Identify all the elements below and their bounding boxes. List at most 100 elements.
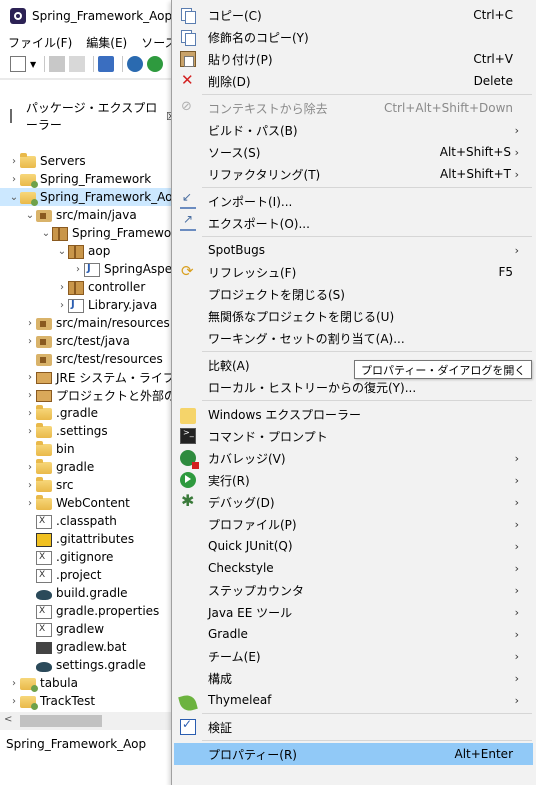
tree-item-gitattributes[interactable]: .gitattributes	[0, 530, 176, 548]
gear-icon[interactable]	[127, 56, 144, 72]
chevron-right-icon[interactable]: ›	[8, 156, 20, 167]
tree-item-gitignore[interactable]: .gitignore	[0, 548, 176, 566]
tree-item-gradlew[interactable]: gradlew	[0, 620, 176, 638]
chevron-right-icon: ›	[514, 693, 519, 707]
chevron-right-icon[interactable]: ›	[24, 408, 36, 419]
menu-item-30[interactable]: ステップカウンタ ›	[174, 579, 533, 601]
menu-item-b[interactable]: ビルド・パス(B) ›	[174, 119, 533, 141]
terminal-icon[interactable]	[98, 56, 115, 72]
menu-item-spotbugs[interactable]: SpotBugs ›	[174, 239, 533, 261]
tree-item-src-test-resources[interactable]: src/test/resources	[0, 350, 176, 368]
menu-edit[interactable]: 編集(E)	[86, 34, 127, 51]
menu-item-gradle[interactable]: Gradle ›	[174, 623, 533, 645]
chevron-right-icon[interactable]: ›	[24, 336, 36, 347]
tree-item-src-test-java[interactable]: › src/test/java	[0, 332, 176, 350]
new-icon[interactable]	[10, 56, 26, 72]
tree-item-src-main-resources[interactable]: › src/main/resources	[0, 314, 176, 332]
menu-item-s[interactable]: ソース(S) Alt+Shift+S ›	[174, 141, 533, 163]
chevron-right-icon[interactable]: ›	[24, 498, 36, 509]
chevron-right-icon[interactable]: ›	[24, 426, 36, 437]
menu-item-p[interactable]: 貼り付け(P) Ctrl+V	[174, 48, 533, 70]
tree-item-gradle-properties[interactable]: gradle.properties	[0, 602, 176, 620]
tree-item-project[interactable]: .project	[0, 566, 176, 584]
menu-item-shortcut: Ctrl+Alt+Shift+Down	[383, 101, 513, 115]
menu-item-y[interactable]: 修飾名のコピー(Y)	[174, 26, 533, 48]
chevron-right-icon[interactable]: ›	[56, 282, 68, 293]
tree-item-classpath[interactable]: .classpath	[0, 512, 176, 530]
chevron-right-icon[interactable]: ›	[24, 372, 36, 383]
tree-item-jre[interactable]: › JRE システム・ライブラリー	[0, 368, 211, 386]
save-all-icon[interactable]	[69, 56, 86, 72]
tree-item-spring-framework-aop[interactable]: ⌄ Spring_Framework_Aop	[0, 188, 180, 206]
tree-item-gradle[interactable]: › .gradle	[0, 404, 176, 422]
menu-item-y[interactable]: ローカル・ヒストリーからの復元(Y)...	[174, 376, 533, 398]
chevron-down-icon[interactable]: ▼	[30, 60, 36, 69]
menu-item-p[interactable]: プロファイル(P) ›	[174, 513, 533, 535]
menu-item-label: ステップカウンタ	[208, 583, 305, 598]
power-icon[interactable]	[147, 56, 164, 72]
tree-item-aop[interactable]: ⌄ aop	[0, 242, 176, 260]
tree-item-gradlew-bat[interactable]: gradlew.bat	[0, 638, 176, 656]
menu-item-windows[interactable]: Windows エクスプローラー	[174, 403, 533, 425]
chevron-right-icon[interactable]: ›	[8, 696, 20, 707]
menu-item-quick-junit-q[interactable]: Quick JUnit(Q) ›	[174, 535, 533, 557]
tree-item-gradle[interactable]: › gradle	[0, 458, 176, 476]
menu-item-t[interactable]: リファクタリング(T) Alt+Shift+T ›	[174, 163, 533, 185]
chevron-down-icon[interactable]: ⌄	[56, 246, 68, 257]
chevron-right-icon[interactable]: ›	[24, 318, 36, 329]
menu-item-o[interactable]: エクスポート(O)...	[174, 212, 533, 234]
chevron-down-icon[interactable]: ⌄	[8, 192, 20, 203]
menu-item-s[interactable]: プロジェクトを閉じる(S)	[174, 283, 533, 305]
package-explorer-tab[interactable]: パッケージ・エクスプローラー ☒	[0, 101, 176, 132]
tree-item-servers[interactable]: › Servers	[0, 152, 176, 170]
menu-item-r[interactable]: 実行(R) ›	[174, 469, 533, 491]
menu-file[interactable]: ファイル(F)	[8, 34, 72, 51]
tree-item-springaspe[interactable]: › SpringAspe	[0, 260, 176, 278]
tree-item-item[interactable]: › プロジェクトと外部の依存	[0, 386, 200, 404]
scrollbar-thumb[interactable]	[20, 715, 102, 727]
tree-item-controller[interactable]: › controller	[0, 278, 176, 296]
menu-item-e[interactable]: チーム(E) ›	[174, 645, 533, 667]
menu-item-i[interactable]: インポート(I)...	[174, 190, 533, 212]
menu-item-r[interactable]: プロパティー(R) Alt+Enter	[174, 743, 533, 765]
menu-item-u[interactable]: 無関係なプロジェクトを閉じる(U)	[174, 305, 533, 327]
chevron-down-icon[interactable]: ⌄	[40, 228, 52, 239]
menu-item-f[interactable]: リフレッシュ(F) F5	[174, 261, 533, 283]
chevron-right-icon[interactable]: ›	[8, 678, 20, 689]
menu-item-thymeleaf[interactable]: Thymeleaf ›	[174, 689, 533, 713]
menu-item-label: 実行(R)	[208, 473, 250, 488]
tree-item-webcontent[interactable]: › WebContent	[0, 494, 176, 512]
chevron-right-icon[interactable]: ›	[24, 390, 36, 401]
menu-item-java-ee[interactable]: Java EE ツール ›	[174, 601, 533, 623]
chevron-down-icon[interactable]: ⌄	[24, 210, 36, 221]
tree-item-library-java[interactable]: › Library.java	[0, 296, 176, 314]
tree-item-src-main-java[interactable]: ⌄ src/main/java	[0, 206, 176, 224]
menu-item-d[interactable]: デバッグ(D) ›	[174, 491, 533, 513]
tree-item-build-gradle[interactable]: build.gradle	[0, 584, 176, 602]
menu-item-d[interactable]: 削除(D) Delete	[174, 70, 533, 92]
paste-icon	[180, 51, 196, 67]
tree-item-bin[interactable]: bin	[0, 440, 176, 458]
menu-item-checkstyle[interactable]: Checkstyle ›	[174, 557, 533, 579]
chevron-right-icon[interactable]: ›	[24, 462, 36, 473]
tree-item-spring-framework[interactable]: › Spring_Framework	[0, 170, 176, 188]
chevron-right-icon[interactable]: ›	[24, 480, 36, 491]
tree-item-spring-framework[interactable]: ⌄ Spring_Framework	[0, 224, 183, 242]
horizontal-scrollbar[interactable]: <	[0, 712, 176, 730]
menu-item-c[interactable]: コピー(C) Ctrl+C	[174, 4, 533, 26]
tree-item-src[interactable]: › src	[0, 476, 176, 494]
menu-item-23[interactable]: コマンド・プロンプト	[174, 425, 533, 447]
menu-item-v[interactable]: カバレッジ(V) ›	[174, 447, 533, 469]
chevron-left-icon[interactable]: <	[4, 714, 12, 725]
tree-item-tabula[interactable]: › tabula	[0, 674, 176, 692]
chevron-right-icon[interactable]: ›	[56, 300, 68, 311]
menu-item-a[interactable]: ワーキング・セットの割り当て(A)...	[174, 327, 533, 349]
tree-item-settings[interactable]: › .settings	[0, 422, 176, 440]
save-icon[interactable]	[49, 56, 66, 72]
menu-item-34[interactable]: 構成 ›	[174, 667, 533, 689]
menu-item-37[interactable]: 検証	[174, 716, 533, 738]
tree-item-settings-gradle[interactable]: settings.gradle	[0, 656, 176, 674]
chevron-right-icon[interactable]: ›	[72, 264, 84, 275]
tree-item-tracktest[interactable]: › TrackTest	[0, 692, 176, 710]
chevron-right-icon[interactable]: ›	[8, 174, 20, 185]
